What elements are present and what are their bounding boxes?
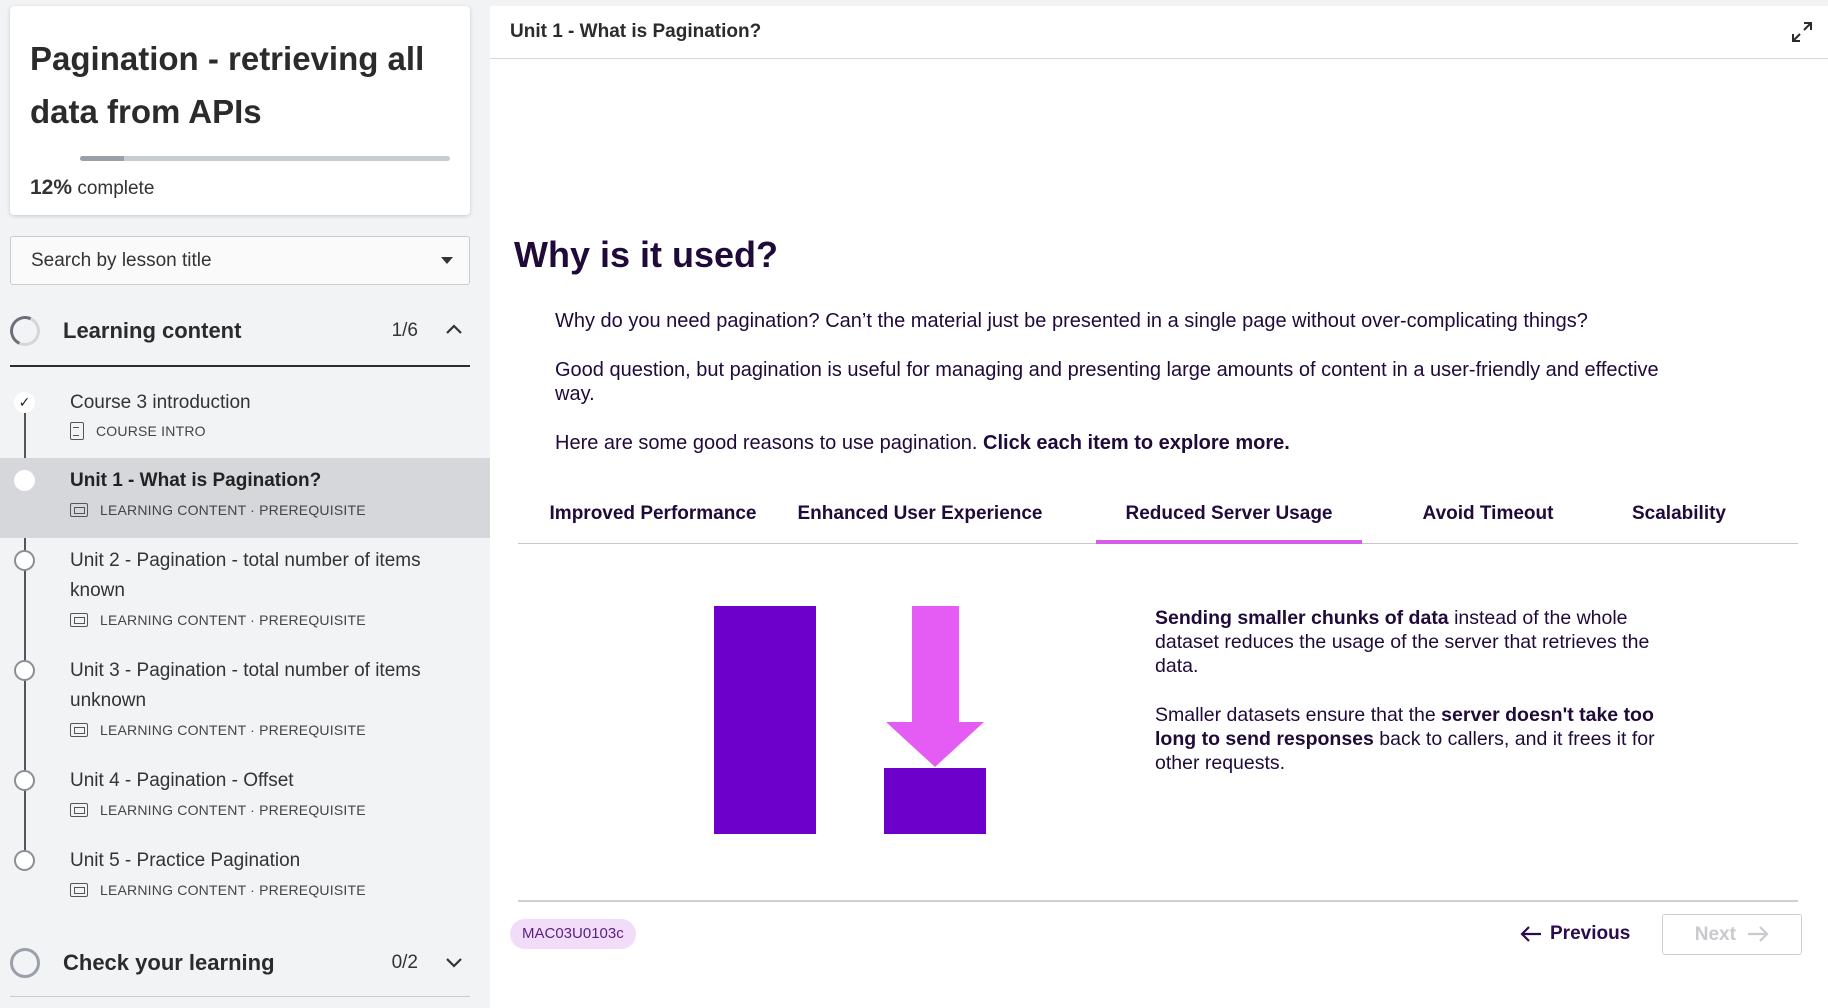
- chevron-up-icon[interactable]: [444, 320, 464, 340]
- section-divider: [10, 996, 470, 997]
- empty-node-icon: [14, 550, 35, 571]
- expand-icon[interactable]: [1790, 20, 1814, 44]
- lesson-meta: LEARNING CONTENT · PREREQUISITE: [70, 502, 366, 518]
- previous-label: Previous: [1550, 923, 1631, 944]
- server-usage-illustration: [714, 606, 986, 834]
- tab-enhanced-user-experience[interactable]: Enhanced User Experience: [780, 498, 1060, 544]
- lesson-title: Unit 2 - Pagination - total number of it…: [70, 550, 421, 601]
- arrow-right-icon: [1748, 926, 1769, 942]
- progress-text: 12% complete: [30, 176, 154, 200]
- lesson-item[interactable]: ✓ Course 3 introduction COURSE INTRO: [0, 380, 490, 458]
- slides-icon: [70, 803, 88, 817]
- tab-description: Sending smaller chunks of data instead o…: [1155, 606, 1685, 678]
- progress-bar-fill: [80, 156, 125, 161]
- course-card: Pagination - retrieving all data from AP…: [10, 6, 470, 215]
- lesson-header: Unit 1 - What is Pagination?: [490, 6, 1828, 59]
- slides-icon: [70, 883, 88, 897]
- progress-ring-icon: [10, 948, 40, 978]
- lesson-title: Unit 5 - Practice Pagination: [70, 850, 301, 871]
- lesson-item[interactable]: Unit 4 - Pagination - Offset LEARNING CO…: [0, 758, 490, 838]
- lesson-meta-text: COURSE INTRO: [96, 423, 206, 439]
- lesson-search-select[interactable]: Search by lesson title: [10, 236, 470, 285]
- section-heading: Why is it used?: [514, 234, 779, 275]
- progress-ring-icon: [5, 311, 45, 351]
- section-count: 1/6: [391, 320, 418, 341]
- slides-icon: [70, 503, 88, 517]
- paragraph: Here are some good reasons to use pagina…: [555, 431, 1675, 455]
- down-arrow-icon: [886, 606, 984, 767]
- lesson-item[interactable]: Unit 3 - Pagination - total number of it…: [0, 648, 490, 758]
- sidebar: Pagination - retrieving all data from AP…: [0, 0, 490, 1008]
- progress-bar: [80, 156, 450, 161]
- lesson-item-active[interactable]: Unit 1 - What is Pagination? LEARNING CO…: [0, 458, 490, 538]
- lesson-header-title: Unit 1 - What is Pagination?: [510, 21, 762, 42]
- lesson-meta: LEARNING CONTENT · PREREQUISITE: [70, 882, 366, 898]
- section-learning-content[interactable]: Learning content 1/6: [5, 306, 470, 356]
- chevron-down-icon[interactable]: [444, 952, 464, 972]
- lesson-meta-text: LEARNING CONTENT · PREREQUISITE: [100, 802, 366, 818]
- document-icon: [70, 422, 84, 440]
- small-dataset-block: [884, 768, 986, 834]
- section-label: Check your learning: [63, 950, 275, 975]
- lesson-item[interactable]: Unit 5 - Practice Pagination LEARNING CO…: [0, 838, 490, 918]
- paragraph-text: Here are some good reasons to use pagina…: [555, 432, 984, 454]
- section-count: 0/2: [391, 952, 418, 973]
- course-title: Pagination - retrieving all data from AP…: [30, 40, 425, 130]
- tab-avoid-timeout[interactable]: Avoid Timeout: [1398, 498, 1578, 544]
- tab-description: Smaller datasets ensure that the server …: [1155, 703, 1685, 775]
- check-icon: ✓: [14, 392, 35, 413]
- search-placeholder: Search by lesson title: [31, 250, 212, 271]
- lesson-meta: LEARNING CONTENT · PREREQUISITE: [70, 722, 366, 738]
- paragraph: Why do you need pagination? Can’t the ma…: [555, 310, 1588, 332]
- lesson-meta-text: LEARNING CONTENT · PREREQUISITE: [100, 722, 366, 738]
- lesson-meta: LEARNING CONTENT · PREREQUISITE: [70, 612, 366, 628]
- lesson-title: Unit 4 - Pagination - Offset: [70, 770, 294, 791]
- section-check-your-learning[interactable]: Check your learning 0/2: [10, 938, 470, 988]
- reasons-tabs: Improved Performance Enhanced User Exper…: [518, 498, 1798, 544]
- lesson-item[interactable]: Unit 2 - Pagination - total number of it…: [0, 538, 490, 648]
- tab-scalability[interactable]: Scalability: [1604, 498, 1754, 544]
- slides-icon: [70, 723, 88, 737]
- section-divider: [10, 365, 470, 367]
- previous-button[interactable]: Previous: [1520, 923, 1630, 945]
- tab-reduced-server-usage[interactable]: Reduced Server Usage: [1096, 498, 1362, 544]
- description-emphasis: Sending smaller chunks of data: [1155, 607, 1449, 629]
- caret-down-icon: [441, 257, 453, 264]
- empty-node-icon: [14, 660, 35, 681]
- lesson-content: Unit 1 - What is Pagination? Why is it u…: [490, 6, 1828, 1008]
- lesson-meta: LEARNING CONTENT · PREREQUISITE: [70, 802, 366, 818]
- paragraph: Good question, but pagination is useful …: [555, 359, 1659, 405]
- slides-icon: [70, 613, 88, 627]
- lesson-title: Unit 3 - Pagination - total number of it…: [70, 660, 421, 711]
- large-dataset-block: [714, 606, 816, 834]
- empty-node-icon: [14, 850, 35, 871]
- footer-divider: [518, 900, 1798, 902]
- lesson-code-badge: MAC03U0103c: [510, 919, 636, 949]
- paragraph-emphasis: Click each item to explore more.: [983, 432, 1290, 454]
- lesson-meta-text: LEARNING CONTENT · PREREQUISITE: [100, 882, 366, 898]
- description-text: Smaller datasets ensure that the: [1155, 704, 1442, 726]
- tab-improved-performance[interactable]: Improved Performance: [548, 498, 758, 544]
- lesson-meta-text: LEARNING CONTENT · PREREQUISITE: [100, 502, 366, 518]
- lesson-title: Unit 1 - What is Pagination?: [70, 470, 322, 491]
- section-label: Learning content: [63, 318, 242, 343]
- next-button[interactable]: Next: [1662, 914, 1802, 955]
- progress-percent: 12%: [30, 176, 73, 199]
- lesson-title: Course 3 introduction: [70, 392, 251, 413]
- next-label: Next: [1694, 924, 1736, 945]
- empty-node-icon: [14, 770, 35, 791]
- progress-suffix: complete: [77, 178, 155, 199]
- arrow-left-icon: [1520, 926, 1541, 942]
- lesson-meta-text: LEARNING CONTENT · PREREQUISITE: [100, 612, 366, 628]
- current-node-icon: [14, 470, 35, 491]
- lesson-meta: COURSE INTRO: [70, 422, 206, 440]
